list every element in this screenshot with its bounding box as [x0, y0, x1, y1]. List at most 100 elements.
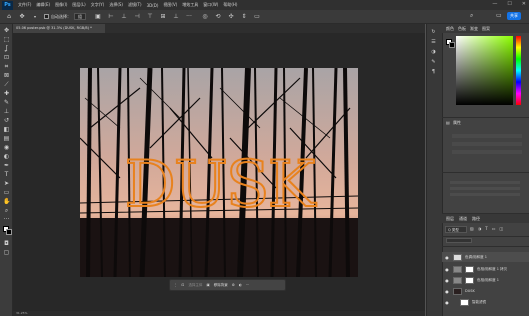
align-bottom-icon[interactable]: ⊥	[172, 13, 180, 21]
lasso-tool-icon[interactable]: ʆ	[3, 45, 10, 52]
move-tool-icon[interactable]: ✥	[3, 27, 10, 34]
menu-3d[interactable]: 3D(D)	[147, 3, 159, 8]
visibility-eye-icon[interactable]: ●	[444, 289, 450, 294]
slide-3d-icon[interactable]: ⇕	[240, 13, 248, 21]
eraser-tool-icon[interactable]: ◧	[3, 126, 10, 133]
filter-pixel-icon[interactable]: ▨	[470, 226, 474, 231]
tab-paths[interactable]: 路径	[472, 216, 480, 222]
align-top-icon[interactable]: ⊤	[146, 13, 154, 21]
blur-tool-icon[interactable]: ◉	[3, 144, 10, 151]
3d-mode-icon[interactable]: ◎	[201, 13, 209, 21]
visibility-eye-icon[interactable]: ●	[444, 278, 450, 283]
select-subject-button[interactable]: 选择主体	[188, 283, 202, 288]
document-canvas[interactable]: DUSK	[80, 68, 358, 277]
layer-filter-dropdown[interactable]: Q 类型	[445, 226, 467, 233]
align-right-icon[interactable]: ⊣	[133, 13, 141, 21]
menu-filter[interactable]: 滤镜(T)	[128, 2, 142, 8]
color-panel-background-swatch[interactable]	[449, 42, 455, 48]
filter-shape-icon[interactable]: ▭	[492, 226, 496, 231]
layer-row[interactable]: ● 色相/饱和度 1	[442, 275, 529, 285]
auto-select-checkbox[interactable]	[44, 14, 49, 19]
close-icon[interactable]: ✕	[522, 1, 526, 7]
marquee-tool-icon[interactable]: ⬚	[3, 36, 10, 43]
layer-row[interactable]: ● 色相/饱和度 1 拷贝	[442, 264, 529, 274]
transform-controls-icon[interactable]: ▣	[94, 13, 102, 21]
orbit-icon[interactable]: ⟲	[214, 13, 222, 21]
camera-icon[interactable]: ▭	[253, 13, 261, 21]
ctx-remove-bg-icon[interactable]: ▣	[206, 283, 209, 287]
visibility-eye-icon[interactable]: ●	[444, 255, 450, 260]
align-middle-icon[interactable]: ⊞	[159, 13, 167, 21]
filter-type-icon[interactable]: T	[485, 226, 487, 231]
hand-tool-icon[interactable]: ✋	[3, 198, 10, 205]
menu-type[interactable]: 文字(Y)	[91, 2, 105, 8]
tab-patterns[interactable]: 图案	[482, 26, 490, 32]
menu-view[interactable]: 视图(V)	[163, 2, 177, 8]
layer-row[interactable]: ● DUSK	[442, 286, 529, 296]
menu-help[interactable]: 帮助(H)	[223, 2, 237, 8]
brush-tool-icon[interactable]: ✎	[3, 99, 10, 106]
history-panel-icon[interactable]: ↻	[429, 28, 438, 36]
menu-layer[interactable]: 图层(L)	[72, 2, 85, 8]
adjustments-panel-icon[interactable]: ◑	[429, 48, 438, 56]
crop-tool-icon[interactable]: ⌗	[3, 63, 10, 70]
adjustments-header-icon[interactable]: ▤	[446, 120, 450, 125]
pan-3d-icon[interactable]: ✣	[227, 13, 235, 21]
path-select-tool-icon[interactable]: ➤	[3, 180, 10, 187]
tab-channels[interactable]: 通道	[459, 216, 467, 222]
layer-row[interactable]: ● 智能滤镜	[442, 297, 529, 307]
layer-row[interactable]: ● 色调/饱和度 1	[442, 252, 529, 262]
properties-panel-icon[interactable]: ☰	[429, 38, 438, 46]
tab-color[interactable]: 颜色	[446, 26, 454, 32]
ctx-more-icon[interactable]: ···	[246, 283, 249, 287]
ctx-drag-handle-icon[interactable]: ⋮	[174, 283, 178, 287]
more-options-icon[interactable]: ···	[185, 13, 193, 21]
stamp-tool-icon[interactable]: ⊥	[3, 108, 10, 115]
frame-tool-icon[interactable]: ⊠	[3, 72, 10, 79]
home-icon[interactable]: ⌂	[5, 13, 13, 21]
ctx-select-subject-icon[interactable]: ⊡	[182, 283, 185, 287]
object-select-tool-icon[interactable]: ⊡	[3, 54, 10, 61]
shape-tool-icon[interactable]: ▭	[3, 189, 10, 196]
screen-mode-icon[interactable]: ▢	[3, 249, 10, 256]
menu-file[interactable]: 文件(F)	[18, 2, 31, 8]
minimize-icon[interactable]: —	[492, 1, 497, 7]
menu-plugins[interactable]: 增效工具	[182, 2, 198, 8]
quick-mask-icon[interactable]: ◘	[3, 240, 10, 247]
maximize-icon[interactable]: ☐	[507, 1, 511, 7]
ctx-mask-icon[interactable]: ◐	[239, 283, 242, 287]
tab-swatches[interactable]: 色板	[458, 26, 466, 32]
gradient-tool-icon[interactable]: ▤	[3, 135, 10, 142]
align-center-icon[interactable]: ⊥	[120, 13, 128, 21]
document-tab[interactable]: 05.06 poster.psb @ 31.3% (DUSK, RGB/8) *	[13, 24, 105, 33]
move-tool-icon[interactable]: ✥	[18, 13, 26, 21]
filter-adjust-icon[interactable]: ◑	[478, 226, 482, 231]
share-button[interactable]: 共享	[507, 12, 521, 20]
zoom-tool-icon[interactable]: ⌕	[3, 207, 10, 214]
search-icon[interactable]: ⌕	[470, 12, 478, 20]
menu-select[interactable]: 选择(S)	[109, 2, 123, 8]
visibility-eye-icon[interactable]: ●	[444, 267, 450, 272]
color-field[interactable]	[456, 36, 513, 105]
background-color-icon[interactable]	[6, 229, 12, 235]
remove-background-button[interactable]: 移除背景	[214, 283, 228, 288]
align-left-icon[interactable]: ⊢	[107, 13, 115, 21]
menu-image[interactable]: 图像(I)	[55, 2, 67, 8]
brush-settings-icon[interactable]: ✎	[429, 58, 438, 66]
chevron-down-icon[interactable]: ▾	[31, 13, 39, 21]
auto-select-dropdown[interactable]: 组	[74, 13, 86, 20]
tab-layers[interactable]: 图层	[446, 216, 454, 222]
history-brush-tool-icon[interactable]: ↺	[3, 117, 10, 124]
menu-edit[interactable]: 编辑(E)	[36, 2, 50, 8]
pen-tool-icon[interactable]: ✒	[3, 162, 10, 169]
visibility-eye-icon[interactable]: ●	[444, 300, 450, 305]
menu-window[interactable]: 窗口(W)	[203, 2, 218, 8]
healing-brush-tool-icon[interactable]: ✚	[3, 90, 10, 97]
type-tool-icon[interactable]: T	[3, 171, 10, 178]
eyedropper-tool-icon[interactable]: ⟋	[3, 81, 10, 88]
workspace-icon[interactable]: ▭	[496, 12, 504, 20]
paragraph-panel-icon[interactable]: ¶	[429, 68, 438, 76]
dodge-tool-icon[interactable]: ◐	[3, 153, 10, 160]
hue-slider[interactable]	[516, 36, 521, 105]
filter-smart-icon[interactable]: ◫	[500, 226, 504, 231]
